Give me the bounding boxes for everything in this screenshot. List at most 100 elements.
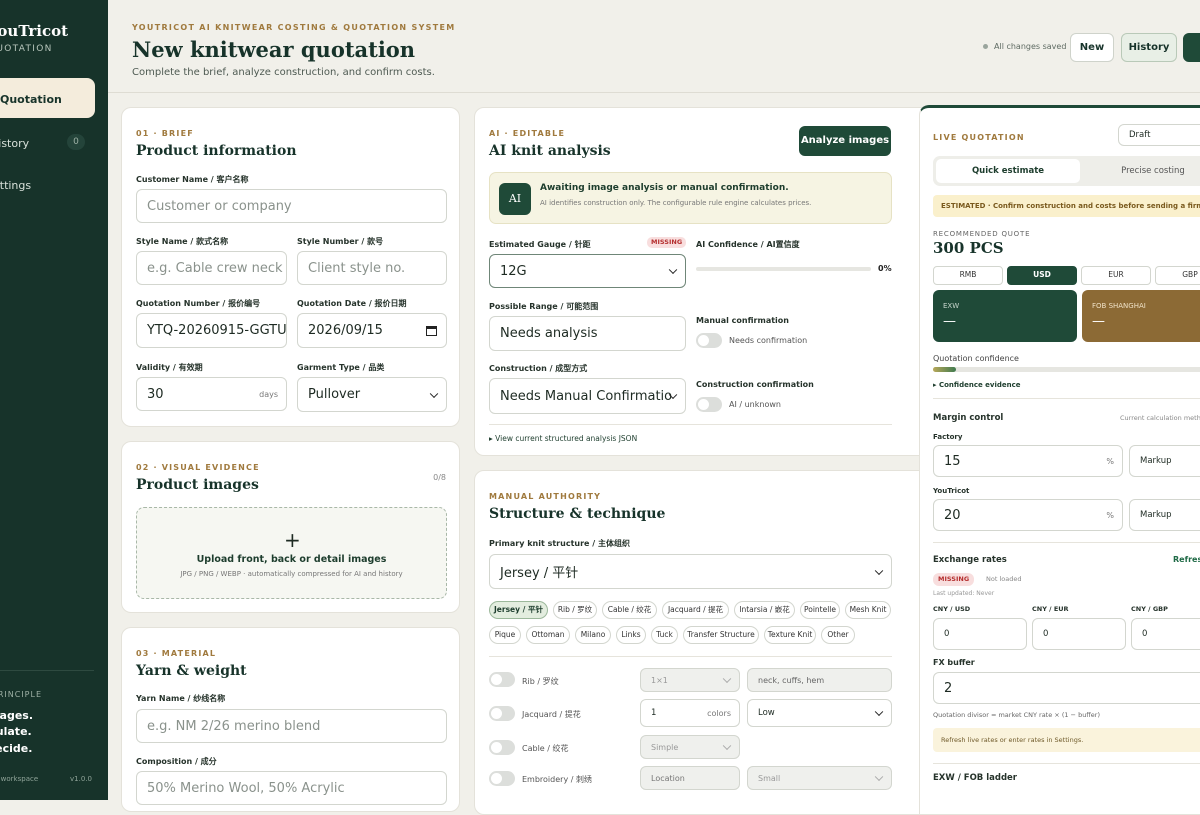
quote-number-value: YTQ-20260915-GGTU xyxy=(147,323,287,338)
sidebar-divider xyxy=(0,670,94,671)
range-value: Needs analysis xyxy=(500,326,598,341)
manual-confirmation-text: Needs confirmation xyxy=(729,336,808,345)
calendar-icon[interactable] xyxy=(426,325,437,336)
structure-pill-other[interactable]: Other xyxy=(821,626,855,644)
youtricot-margin-input[interactable]: 20% xyxy=(933,499,1123,531)
factory-label: Factory xyxy=(933,433,963,441)
structure-pill-transfer[interactable]: Transfer Structure xyxy=(683,626,759,644)
cable-label: Cable / 绞花 xyxy=(522,744,569,753)
quote-kicker: LIVE QUOTATION xyxy=(933,133,1025,142)
sidebar-item-history[interactable]: History xyxy=(0,137,29,150)
upload-dropzone[interactable]: + Upload front, back or detail images JP… xyxy=(136,507,447,599)
embroidery-location-input[interactable]: Location xyxy=(640,766,740,790)
sidebar-item-settings[interactable]: Settings xyxy=(0,179,31,192)
validity-input[interactable]: 30 days xyxy=(136,377,287,411)
cny-eur-input[interactable]: 0 xyxy=(1032,618,1126,650)
brand-sub: QUOTATION xyxy=(0,44,53,54)
youtricot-method-select[interactable]: Markup xyxy=(1129,499,1200,531)
fx-buffer-input[interactable]: 2 xyxy=(933,672,1200,704)
structure-pill-intarsia[interactable]: Intarsia / 嵌花 xyxy=(734,601,795,619)
factory-margin-input[interactable]: 15% xyxy=(933,445,1123,477)
quote-divider-2 xyxy=(933,542,1200,543)
construction-confirmation-toggle[interactable] xyxy=(696,397,722,412)
rib-toggle[interactable] xyxy=(489,672,515,687)
manual-confirmation-toggle[interactable] xyxy=(696,333,722,348)
analyze-images-button[interactable]: Analyze images xyxy=(799,126,891,156)
structure-pill-rib[interactable]: Rib / 罗纹 xyxy=(553,601,597,619)
youtricot-method-value: Markup xyxy=(1140,510,1172,520)
primary-action-button[interactable] xyxy=(1183,33,1200,62)
construction-select[interactable]: Needs Manual Confirmatio xyxy=(489,378,686,414)
structure-pill-jacquard[interactable]: Jacquard / 提花 xyxy=(662,601,729,619)
range-input[interactable]: Needs analysis xyxy=(489,316,686,351)
cable-toggle[interactable] xyxy=(489,740,515,755)
tab-quick-estimate[interactable]: Quick estimate xyxy=(936,159,1080,183)
currency-usd[interactable]: USD xyxy=(1007,266,1077,285)
cny-gbp-input[interactable]: 0 xyxy=(1131,618,1200,650)
structure-pill-jersey[interactable]: Jersey / 平针 xyxy=(489,601,548,619)
youtricot-label: YouTricot xyxy=(933,487,970,495)
fx-buffer-value: 2 xyxy=(944,680,953,696)
jacquard-toggle[interactable] xyxy=(489,706,515,721)
structure-pill-cable[interactable]: Cable / 绞花 xyxy=(602,601,657,619)
factory-method-select[interactable]: Markup xyxy=(1129,445,1200,477)
refresh-link[interactable]: Refresh xyxy=(1173,555,1200,564)
rib-type-select[interactable]: 1×1 xyxy=(640,668,740,692)
primary-structure-select[interactable]: Jersey / 平针 xyxy=(489,554,892,589)
confidence-evidence-toggle[interactable]: ▸ Confidence evidence xyxy=(933,381,1021,389)
quote-status-select[interactable]: Draft xyxy=(1118,124,1200,146)
customer-input[interactable]: Customer or company xyxy=(136,189,447,223)
new-button[interactable]: New xyxy=(1070,33,1114,62)
garment-select[interactable]: Pullover xyxy=(297,377,447,412)
style-number-input[interactable]: Client style no. xyxy=(297,251,447,285)
principle-line-3: Decide. xyxy=(0,742,33,755)
manual-confirmation-label: Manual confirmation xyxy=(696,316,789,325)
jacquard-colors-input[interactable]: 1 colors xyxy=(640,699,740,727)
tab-precise-costing[interactable]: Precise costing xyxy=(1083,159,1200,183)
cny-gbp-label: CNY / GBP xyxy=(1131,605,1168,613)
structure-pill-pointelle[interactable]: Pointelle xyxy=(800,601,840,619)
youtricot-pct-unit: % xyxy=(1106,510,1114,520)
structure-pill-links[interactable]: Links xyxy=(616,626,646,644)
customer-placeholder: Customer or company xyxy=(147,198,292,214)
cable-type-select[interactable]: Simple xyxy=(640,735,740,759)
history-button[interactable]: History xyxy=(1121,33,1177,62)
jacquard-label: Jacquard / 提花 xyxy=(522,710,581,719)
cny-usd-label: CNY / USD xyxy=(933,605,971,613)
yarn-placeholder: e.g. NM 2/26 merino blend xyxy=(147,718,321,734)
structure-pill-tuck[interactable]: Tuck xyxy=(651,626,678,644)
structure-pill-mesh-knit[interactable]: Mesh Knit xyxy=(845,601,891,619)
recommended-label: RECOMMENDED QUOTE xyxy=(933,230,1031,238)
embroidery-toggle[interactable] xyxy=(489,771,515,786)
embroidery-label: Embroidery / 刺绣 xyxy=(522,775,592,784)
header-divider xyxy=(108,92,1200,93)
analysis-json-toggle[interactable]: ▸ View current structured analysis JSON xyxy=(489,434,637,443)
rib-type-value: 1×1 xyxy=(651,675,668,685)
jacquard-level-select[interactable]: Low xyxy=(747,699,892,727)
currency-gbp[interactable]: GBP xyxy=(1155,266,1200,285)
brief-title: Product information xyxy=(136,143,297,159)
quote-number-input[interactable]: YTQ-20260915-GGTU xyxy=(136,313,287,348)
currency-rmb[interactable]: RMB xyxy=(933,266,1003,285)
factory-margin-value: 15 xyxy=(944,453,961,469)
yarn-input[interactable]: e.g. NM 2/26 merino blend xyxy=(136,709,447,743)
structure-pill-pique[interactable]: Pique xyxy=(489,626,521,644)
ai-divider xyxy=(489,424,892,425)
style-name-input[interactable]: e.g. Cable crew neck xyxy=(136,251,287,285)
chevron-down-icon xyxy=(874,707,884,717)
product-info-card: 01 · BRIEF Product information Customer … xyxy=(121,107,460,427)
currency-eur[interactable]: EUR xyxy=(1081,266,1151,285)
embroidery-size-select[interactable]: Small xyxy=(747,766,892,790)
quote-date-input[interactable]: 2026/09/15 xyxy=(297,313,447,348)
cny-usd-input[interactable]: 0 xyxy=(933,618,1027,650)
structure-pill-ottoman[interactable]: Ottoman xyxy=(526,626,570,644)
range-label: Possible Range / 可能范围 xyxy=(489,302,599,311)
structure-pill-texture[interactable]: Texture Knit xyxy=(764,626,816,644)
structure-pill-milano[interactable]: Milano xyxy=(575,626,611,644)
quote-date-label: Quotation Date / 报价日期 xyxy=(297,299,407,308)
rib-location-input[interactable]: neck, cuffs, hem xyxy=(747,668,892,692)
sidebar-item-quotation[interactable]: Quotation xyxy=(0,78,95,118)
exw-label: EXW xyxy=(943,302,960,310)
gauge-select[interactable]: 12G xyxy=(489,254,686,288)
page-title: New knitwear quotation xyxy=(132,37,416,62)
